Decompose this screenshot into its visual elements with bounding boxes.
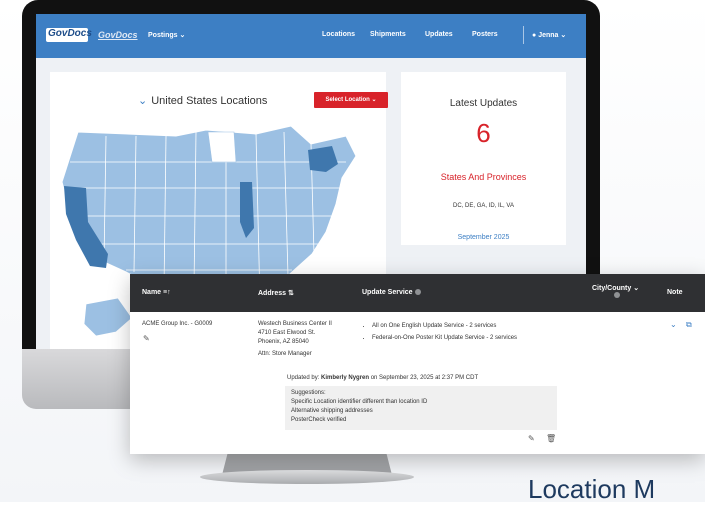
section-heading: Location M <box>528 474 656 504</box>
column-city-county[interactable]: City/County ⌄ <box>592 284 639 299</box>
locations-table-panel: Name ≡↑ Address ⇅ Update Service City/Co… <box>130 274 705 454</box>
address-line-1: Westech Business Center II <box>258 321 332 327</box>
service-item: All on One English Update Service - 2 se… <box>372 320 517 332</box>
address-line-2: 4710 East Elwood St. <box>258 330 316 336</box>
nav-postings[interactable]: Postings ⌄ <box>148 31 185 39</box>
suggestions-box: Suggestions: Specific Location identifie… <box>285 386 557 430</box>
nav-posters[interactable]: Posters <box>472 31 498 38</box>
trash-icon[interactable]: 🗑 <box>546 434 556 443</box>
column-note[interactable]: Note <box>667 289 683 296</box>
logo-text: GovDocs <box>48 28 92 39</box>
nav-updates[interactable]: Updates <box>425 31 453 38</box>
column-address[interactable]: Address ⇅ <box>258 289 294 297</box>
info-icon[interactable] <box>613 292 620 299</box>
info-icon[interactable] <box>414 289 421 296</box>
updated-suffix: on September 23, 2025 at 2:37 PM CDT <box>369 375 479 381</box>
table-header: Name ≡↑ Address ⇅ Update Service City/Co… <box>130 274 705 312</box>
updated-by-name: Kimberly Nygren <box>321 375 370 381</box>
nav-shipments[interactable]: Shipments <box>370 31 406 38</box>
edit-icon[interactable]: ✎ <box>143 334 150 343</box>
nav-divider <box>523 26 524 44</box>
suggestion-line: Alternative shipping addresses <box>291 408 373 414</box>
user-icon: ● <box>532 32 537 39</box>
user-menu[interactable]: ● Jenna ⌄ <box>532 31 566 39</box>
column-update-service[interactable]: Update Service <box>362 289 421 296</box>
row-address: Westech Business Center II 4710 East Elw… <box>258 320 332 359</box>
map-title-text: United States Locations <box>151 95 268 107</box>
nav-locations[interactable]: Locations <box>322 31 355 38</box>
address-attn: Attn: Store Manager <box>258 351 312 357</box>
suggestion-line: Specific Location identifier different t… <box>291 399 428 405</box>
update-services-list: All on One English Update Service - 2 se… <box>362 320 517 344</box>
state-alaska[interactable] <box>83 297 133 337</box>
column-name[interactable]: Name ≡↑ <box>142 289 171 296</box>
latest-updates-card: Latest Updates 6 States And Provinces DC… <box>401 72 566 245</box>
updated-by-line: Updated by: Kimberly Nygren on September… <box>287 375 478 381</box>
suggestion-line: Suggestions: <box>291 390 326 396</box>
user-name: Jenna ⌄ <box>538 32 567 39</box>
map-title: ⌄ United States Locations <box>138 94 267 107</box>
expand-chevron-icon[interactable]: ⌄ <box>670 320 677 329</box>
brand-secondary: GovDocs <box>98 30 138 40</box>
top-navigation: GovDocs GovDocs Postings ⌄ Locations Shi… <box>36 14 586 58</box>
note-icon[interactable]: ⧉ <box>686 320 692 330</box>
select-location-button[interactable]: Select Location ⌄ <box>314 92 388 108</box>
updates-count: 6 <box>476 118 491 148</box>
row-name: ACME Group Inc. - G0009 <box>142 321 213 327</box>
updates-title: Latest Updates <box>449 98 518 109</box>
updates-subtitle: States And Provinces <box>440 172 527 182</box>
city-county-label: City/County ⌄ <box>592 285 640 292</box>
update-service-label: Update Service <box>362 289 413 296</box>
suggestion-line: PosterCheck verified <box>291 417 347 423</box>
address-line-3: Phoenix, AZ 85040 <box>258 339 309 345</box>
govdocs-logo[interactable]: GovDocs <box>46 28 92 42</box>
updated-prefix: Updated by: <box>287 375 322 381</box>
state-minnesota[interactable] <box>207 131 237 163</box>
service-item: Federal-on-One Poster Kit Update Service… <box>372 332 517 344</box>
monitor-stand-foot <box>200 470 414 484</box>
updates-date-link[interactable]: September 2025 <box>401 234 566 241</box>
edit-icon[interactable]: ✎ <box>528 434 535 443</box>
chevron-down-icon[interactable]: ⌄ <box>138 95 147 107</box>
updated-states-list: DC, DE, GA, ID, IL, VA <box>453 203 514 209</box>
